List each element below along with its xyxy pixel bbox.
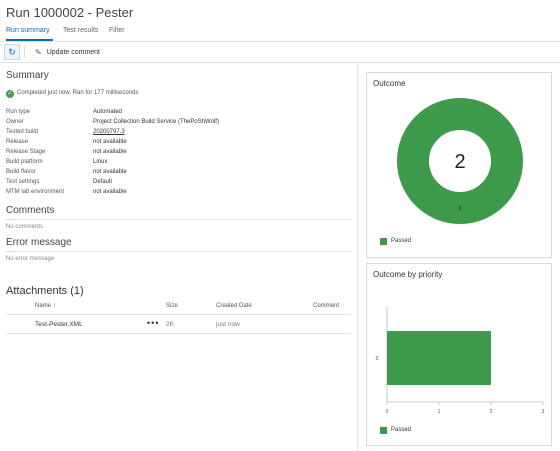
tab-filter[interactable]: Filter: [109, 27, 125, 34]
field-label-test-settings: Test settings: [6, 179, 40, 185]
tab-run-summary[interactable]: Run summary: [6, 27, 50, 34]
priority-bar-chart: 0 1 2 3 0: [376, 306, 545, 415]
no-comments-text: No comments: [6, 224, 44, 230]
page-title: Run 1000002 - Pester: [6, 5, 134, 20]
field-value-mtm-lab: not available: [93, 189, 127, 195]
donut-slice-label: 2: [459, 206, 462, 212]
field-label-run-type: Run type: [6, 109, 31, 115]
column-header-comment[interactable]: Comment: [313, 303, 339, 309]
error-divider: [6, 251, 351, 252]
comments-heading: Comments: [6, 205, 55, 216]
summary-heading: Summary: [6, 70, 49, 81]
toolbar-divider-bottom: [0, 62, 560, 63]
tab-test-results[interactable]: Test results: [63, 27, 98, 34]
refresh-icon: ↻: [8, 47, 16, 57]
sort-ascending-icon: ↑: [52, 303, 56, 309]
legend-swatch-passed-priority: [380, 427, 387, 434]
field-value-run-type: Automated: [93, 109, 123, 115]
run-status: Completed just now, Ran for 177 millisec…: [17, 90, 139, 96]
column-header-created-date[interactable]: Created Date: [216, 303, 252, 309]
field-label-release: Release: [6, 139, 29, 145]
update-comment-label: Update comment: [46, 49, 101, 56]
column-header-name[interactable]: Name ↑: [35, 303, 56, 309]
field-value-owner: Project Collection Build Service (ThePoS…: [93, 119, 219, 125]
outcome-legend-passed: Passed: [391, 238, 412, 244]
no-error-text: No error message: [6, 256, 55, 262]
field-label-owner: Owner: [6, 119, 24, 125]
priority-legend-passed: Passed: [391, 427, 412, 433]
field-label-release-stage: Release Stage: [6, 149, 46, 155]
field-value-build-flavor: not available: [93, 169, 127, 175]
field-label-build-platform: Build platform: [6, 159, 43, 165]
x-tick-label: 1: [438, 409, 441, 415]
field-value-release: not available: [93, 139, 127, 145]
field-value-test-settings: Default: [93, 179, 113, 185]
attachments-heading: Attachments (1): [6, 285, 84, 297]
update-comment-button[interactable]: ✎ Update comment: [35, 48, 100, 57]
attachments-row-divider: [6, 333, 351, 334]
x-tick-label: 3: [542, 409, 545, 415]
tabs-divider: [0, 41, 560, 42]
x-tick-label: 0: [386, 409, 389, 415]
donut-center-total: 2: [454, 151, 465, 173]
more-actions-icon[interactable]: •••: [147, 318, 159, 328]
field-value-build-platform: Linux: [93, 159, 108, 165]
x-tick-label: 2: [490, 409, 493, 415]
bar-passed-priority-0: [387, 331, 491, 385]
tested-build-link[interactable]: 20200797.3: [93, 129, 125, 135]
legend-swatch-passed: [380, 238, 387, 245]
refresh-button[interactable]: ↻: [4, 44, 20, 60]
field-label-mtm-lab: MTM lab environment: [6, 189, 65, 195]
field-value-release-stage: not available: [93, 149, 127, 155]
y-tick-label: 0: [376, 356, 379, 362]
column-name-label: Name: [35, 303, 52, 309]
attachments-header-divider: [6, 314, 351, 315]
column-header-size[interactable]: Size: [166, 303, 178, 309]
pencil-icon: ✎: [35, 48, 42, 57]
outcome-card: Outcome 22 Passed: [366, 72, 552, 258]
column-separator: [357, 63, 358, 451]
comments-divider: [6, 219, 351, 220]
error-message-heading: Error message: [6, 237, 72, 248]
outcome-donut-chart: 22: [397, 98, 523, 224]
attachment-created-date: just now: [216, 321, 240, 328]
attachment-size: 2K: [166, 321, 174, 328]
attachment-name-link[interactable]: Test-Pester.XML: [35, 321, 83, 328]
check-circle-icon: ✓: [6, 90, 14, 98]
field-label-build-flavor: Build flavor: [6, 169, 36, 175]
toolbar-divider: [24, 46, 25, 58]
outcome-by-priority-card: Outcome by priority 01230 Passed: [366, 263, 552, 446]
field-label-tested-build: Tested build: [6, 129, 39, 135]
